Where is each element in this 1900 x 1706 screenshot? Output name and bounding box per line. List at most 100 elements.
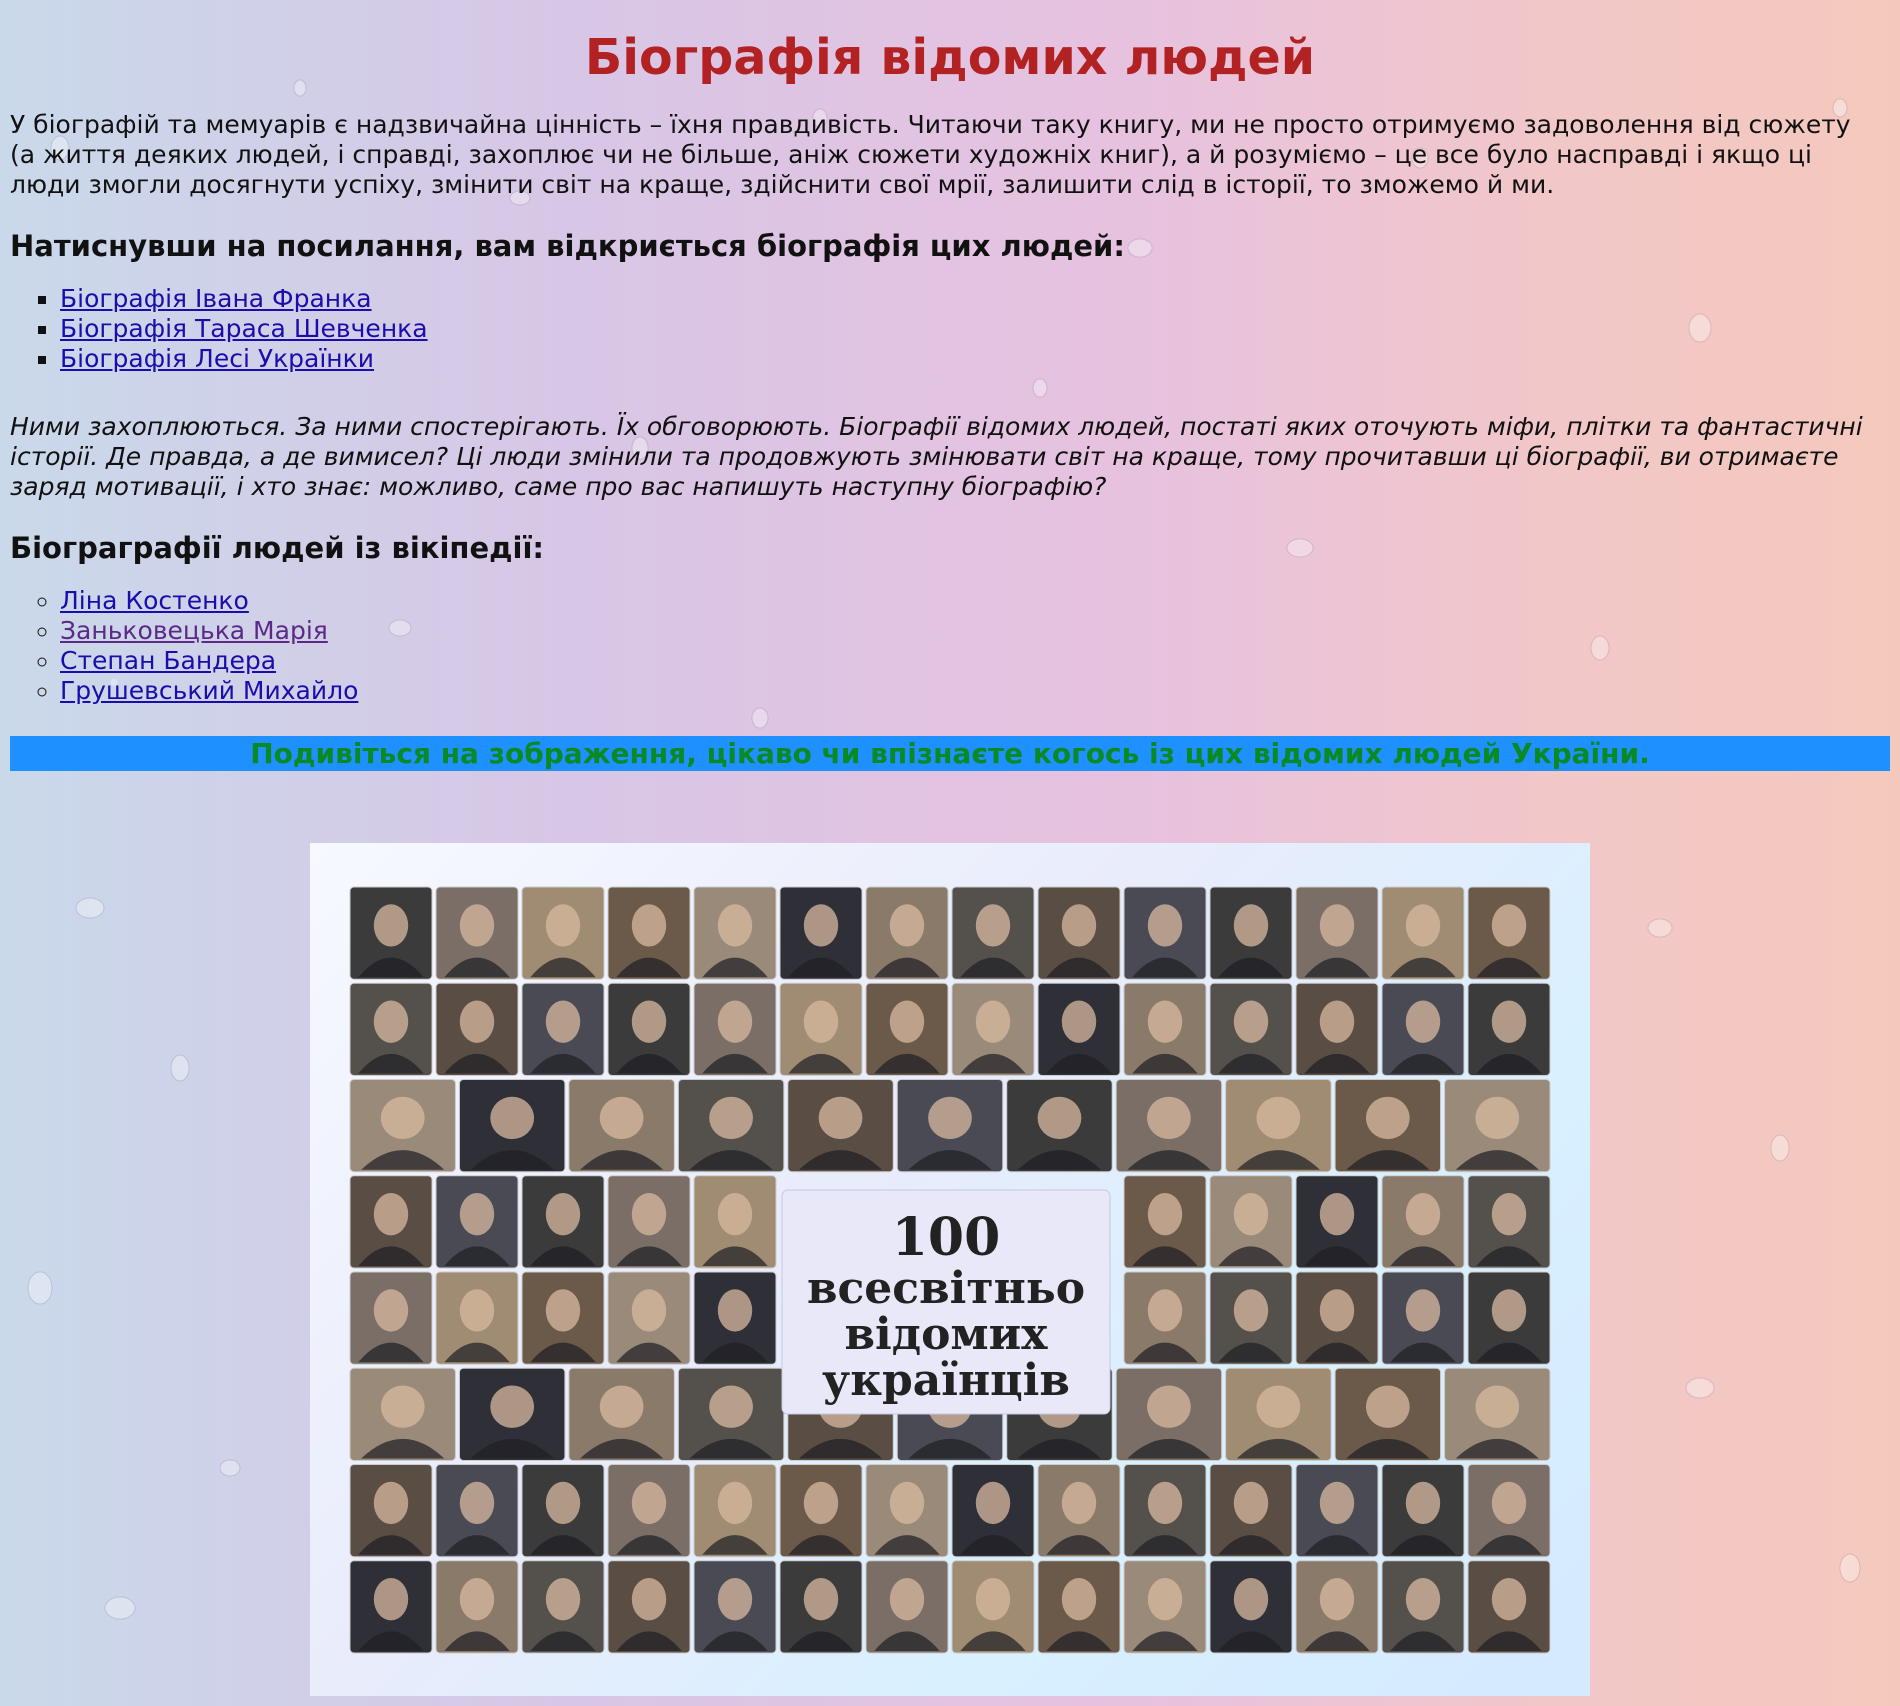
- portrait-face: [803, 1000, 839, 1043]
- portrait-face: [1405, 1289, 1441, 1332]
- portrait-face: [1233, 904, 1269, 947]
- link-lesya-ukrainka-biography[interactable]: Біографія Лесі Українки: [60, 344, 374, 373]
- portrait-face: [490, 1385, 535, 1428]
- portrait-face: [889, 1481, 925, 1525]
- portrait-face: [928, 1096, 972, 1140]
- portrait-face: [717, 1578, 753, 1621]
- portrait-face: [1147, 1096, 1191, 1140]
- portrait-face: [1061, 1578, 1097, 1621]
- collage-title-line-4: українців: [822, 1355, 1070, 1406]
- list-item: Грушевський Михайло: [60, 676, 1890, 706]
- quote-paragraph: Ними захоплюються. За ними спостерігають…: [10, 412, 1863, 501]
- portrait-face: [803, 1481, 839, 1525]
- portrait-face: [709, 1096, 753, 1140]
- portrait-face: [1319, 1578, 1355, 1621]
- portrait-face: [1061, 1481, 1097, 1525]
- portrait-face: [1405, 1193, 1441, 1236]
- portrait-face: [459, 1000, 495, 1043]
- link-zankovetska[interactable]: Заньковецька Марія: [60, 616, 328, 645]
- portrait-face: [631, 1000, 667, 1043]
- portrait-face: [1233, 1193, 1269, 1236]
- biography-links-list: Біографія Івана Франка Біографія Тараса …: [10, 284, 1890, 374]
- portrait-face: [545, 1000, 581, 1043]
- portrait-face: [889, 1578, 925, 1621]
- list-item: Біографія Івана Франка: [60, 284, 1890, 314]
- portrait-face: [1491, 1578, 1527, 1621]
- collage-title-line-2: всесвітньо: [807, 1263, 1085, 1314]
- portrait-face: [717, 1289, 753, 1332]
- portrait-face: [1365, 1096, 1410, 1140]
- portrait-face: [631, 1578, 667, 1621]
- portrait-face: [1233, 1000, 1269, 1043]
- portrait-face: [1491, 1289, 1527, 1332]
- portrait-face: [631, 1193, 667, 1236]
- portrait-face: [373, 904, 409, 947]
- portrait-face: [1319, 1481, 1355, 1525]
- famous-ukrainians-collage: 100 всесвітньо відомих українців: [310, 843, 1590, 1696]
- portrait-face: [459, 1289, 495, 1332]
- links-heading: Натиснувши на посилання, вам відкриється…: [10, 229, 1125, 263]
- portrait-face: [717, 1000, 753, 1043]
- portrait-face: [717, 1193, 753, 1236]
- portrait-face: [373, 1000, 409, 1043]
- portrait-face: [631, 1289, 667, 1332]
- portrait-face: [459, 1481, 495, 1525]
- portrait-face: [545, 1193, 581, 1236]
- portrait-face: [1147, 904, 1183, 947]
- portrait-face: [1233, 1289, 1269, 1332]
- portrait-face: [975, 1481, 1011, 1525]
- portrait-face: [373, 1481, 409, 1525]
- portrait-face: [717, 1481, 753, 1525]
- list-item: Заньковецька Марія: [60, 616, 1890, 646]
- wikipedia-links-list: Ліна Костенко Заньковецька Марія Степан …: [10, 586, 1890, 706]
- portrait-face: [1147, 1385, 1191, 1428]
- portrait-face: [1405, 1000, 1441, 1043]
- portrait-face: [373, 1578, 409, 1621]
- portrait-face: [1147, 1193, 1183, 1236]
- portrait-face: [1147, 1000, 1183, 1043]
- portrait-face: [459, 904, 495, 947]
- portrait-face: [1491, 1193, 1527, 1236]
- collage-title-line-1: 100: [892, 1207, 1001, 1268]
- portrait-face: [545, 904, 581, 947]
- wikipedia-heading: Біограграфії людей із вікіпедії:: [10, 531, 545, 565]
- banner: Подивіться на зображення, цікаво чи впіз…: [10, 736, 1890, 771]
- portrait-face: [1475, 1385, 1520, 1428]
- link-lina-kostenko[interactable]: Ліна Костенко: [60, 586, 249, 615]
- portrait-face: [1491, 1481, 1527, 1525]
- portrait-face: [1233, 1578, 1269, 1621]
- portrait-face: [459, 1193, 495, 1236]
- portrait-face: [1491, 904, 1527, 947]
- portrait-face: [1061, 904, 1097, 947]
- portrait-face: [1147, 1289, 1183, 1332]
- portrait-face: [631, 1481, 667, 1525]
- portrait-face: [545, 1481, 581, 1525]
- portrait-face: [1061, 1000, 1097, 1043]
- portrait-face: [709, 1385, 753, 1428]
- portrait-face: [380, 1385, 425, 1428]
- portrait-face: [545, 1289, 581, 1332]
- portrait-face: [1475, 1096, 1520, 1140]
- portrait-face: [599, 1096, 644, 1140]
- portrait-face: [717, 904, 753, 947]
- portrait-face: [1147, 1578, 1183, 1621]
- portrait-face: [545, 1578, 581, 1621]
- list-item: Ліна Костенко: [60, 586, 1890, 616]
- portrait-face: [373, 1289, 409, 1332]
- portrait-face: [889, 1000, 925, 1043]
- portrait-face: [1491, 1000, 1527, 1043]
- portrait-face: [490, 1096, 535, 1140]
- portrait-face: [1405, 1481, 1441, 1525]
- list-item: Степан Бандера: [60, 646, 1890, 676]
- link-bandera[interactable]: Степан Бандера: [60, 646, 276, 675]
- portrait-face: [1037, 1096, 1082, 1140]
- portrait-face: [380, 1096, 425, 1140]
- portrait-face: [1365, 1385, 1410, 1428]
- list-item: Біографія Лесі Українки: [60, 344, 1890, 374]
- link-shevchenko-biography[interactable]: Біографія Тараса Шевченка: [60, 314, 428, 343]
- link-hrushevsky[interactable]: Грушевський Михайло: [60, 676, 358, 705]
- link-franko-biography[interactable]: Біографія Івана Франка: [60, 284, 372, 313]
- portrait-face: [803, 1578, 839, 1621]
- portrait-face: [1256, 1096, 1301, 1140]
- portrait-face: [975, 904, 1011, 947]
